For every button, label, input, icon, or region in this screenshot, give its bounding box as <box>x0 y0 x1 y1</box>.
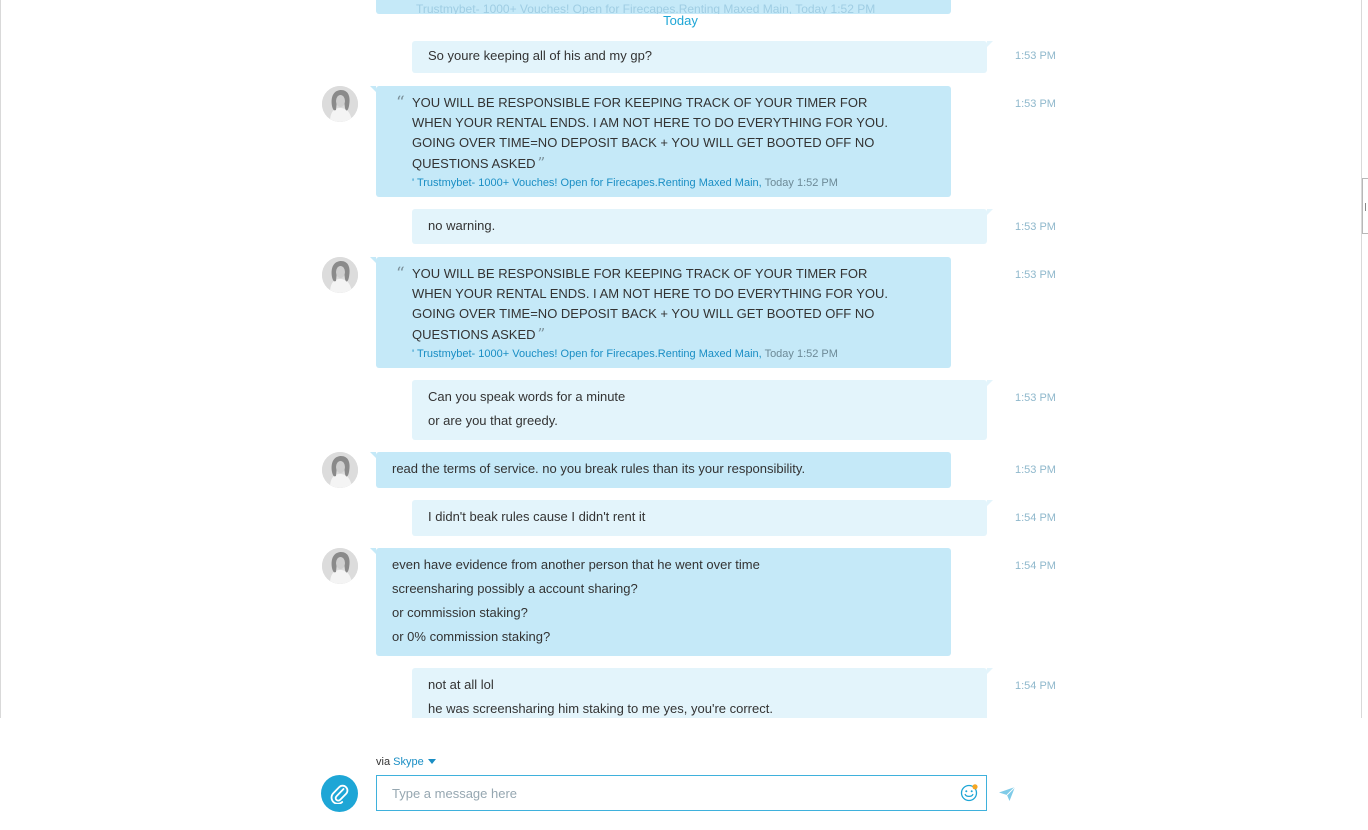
via-service-name[interactable]: Skype <box>393 756 424 768</box>
contact-avatar[interactable] <box>322 452 358 488</box>
message-input[interactable] <box>377 776 947 810</box>
quoted-message: “ YOU WILL BE RESPONSIBLE FOR KEEPING TR… <box>376 86 951 197</box>
via-label: via <box>376 756 391 768</box>
day-separator: Today <box>663 13 698 28</box>
side-panel-handle[interactable] <box>1362 178 1368 234</box>
message-bubble-outgoing[interactable]: no warning. <box>412 209 993 244</box>
smiley-icon[interactable] <box>960 784 978 802</box>
message-bubble-outgoing[interactable]: not at all lol he was screensharing him … <box>412 668 993 718</box>
message-timestamp: 1:54 PM <box>1015 680 1056 692</box>
message-line: screensharing possibly a account sharing… <box>392 581 638 596</box>
message-bubble-incoming[interactable]: “ YOU WILL BE RESPONSIBLE FOR KEEPING TR… <box>370 86 951 197</box>
quoted-text: YOU WILL BE RESPONSIBLE FOR KEEPING TRAC… <box>412 266 889 342</box>
quote-author[interactable]: ' Trustmybet- 1000+ Vouches! Open for Fi… <box>412 348 762 360</box>
send-via-selector[interactable]: via Skype <box>376 756 436 768</box>
message-timestamp: 1:53 PM <box>1015 464 1056 476</box>
contact-avatar[interactable] <box>322 257 358 293</box>
message-timestamp: 1:54 PM <box>1015 512 1056 524</box>
quote-author[interactable]: ' Trustmybet- 1000+ Vouches! Open for Fi… <box>412 177 762 189</box>
message-bubble-outgoing[interactable]: So youre keeping all of his and my gp? <box>412 41 993 73</box>
open-quote-icon: “ <box>396 93 405 113</box>
message-bubble-incoming[interactable]: read the terms of service. no you break … <box>370 452 951 488</box>
message-timestamp: 1:53 PM <box>1015 98 1056 110</box>
paperclip-icon <box>330 784 349 804</box>
avatar-image <box>322 548 358 584</box>
message-line: or commission staking? <box>392 605 528 620</box>
message-line: or are you that greedy. <box>428 413 558 428</box>
quoted-text: YOU WILL BE RESPONSIBLE FOR KEEPING TRAC… <box>412 95 889 171</box>
message-timestamp: 1:53 PM <box>1015 221 1056 233</box>
message-line: read the terms of service. no you break … <box>392 461 806 476</box>
message-bubble-outgoing[interactable]: I didn't beak rules cause I didn't rent … <box>412 500 993 536</box>
avatar-image <box>322 257 358 293</box>
message-line: not at all lol <box>428 677 494 692</box>
avatar-image <box>322 86 358 122</box>
scrollbar-track[interactable] <box>1361 0 1362 718</box>
message-input-box[interactable] <box>376 775 987 811</box>
paper-plane-icon[interactable] <box>998 786 1016 802</box>
message-bubble-incoming[interactable]: “ YOU WILL BE RESPONSIBLE FOR KEEPING TR… <box>370 257 951 368</box>
previous-message-peek: Trustmybet- 1000+ Vouches! Open for Fire… <box>376 0 951 14</box>
avatar-image <box>322 452 358 488</box>
chevron-down-icon[interactable] <box>427 759 436 764</box>
message-line: or 0% commission staking? <box>392 629 551 644</box>
message-line: he was screensharing him staking to me y… <box>428 701 773 716</box>
quote-time: Today 1:52 PM <box>764 348 838 360</box>
chat-window: Trustmybet- 1000+ Vouches! Open for Fire… <box>0 0 1368 830</box>
message-bubble-outgoing[interactable]: Can you speak words for a minute or are … <box>412 380 993 440</box>
message-line: I didn't beak rules cause I didn't rent … <box>428 509 646 524</box>
message-timestamp: 1:53 PM <box>1015 50 1056 62</box>
quoted-message: “ YOU WILL BE RESPONSIBLE FOR KEEPING TR… <box>376 257 951 368</box>
message-history[interactable]: Trustmybet- 1000+ Vouches! Open for Fire… <box>0 0 1361 718</box>
message-composer: via Skype <box>0 718 1361 830</box>
message-bubble-incoming[interactable]: even have evidence from another person t… <box>370 548 951 656</box>
message-line: Can you speak words for a minute <box>428 389 626 404</box>
message-timestamp: 1:53 PM <box>1015 269 1056 281</box>
message-line: even have evidence from another person t… <box>392 557 760 572</box>
message-line: So youre keeping all of his and my gp? <box>428 48 653 63</box>
close-quote-icon: ” <box>537 325 546 343</box>
message-line: no warning. <box>428 218 496 233</box>
quote-time: Today 1:52 PM <box>764 177 838 189</box>
open-quote-icon: “ <box>396 264 405 284</box>
attach-button[interactable] <box>321 775 358 812</box>
contact-avatar[interactable] <box>322 86 358 122</box>
message-timestamp: 1:53 PM <box>1015 392 1056 404</box>
contact-avatar[interactable] <box>322 548 358 584</box>
close-quote-icon: ” <box>537 154 546 172</box>
message-timestamp: 1:54 PM <box>1015 560 1056 572</box>
